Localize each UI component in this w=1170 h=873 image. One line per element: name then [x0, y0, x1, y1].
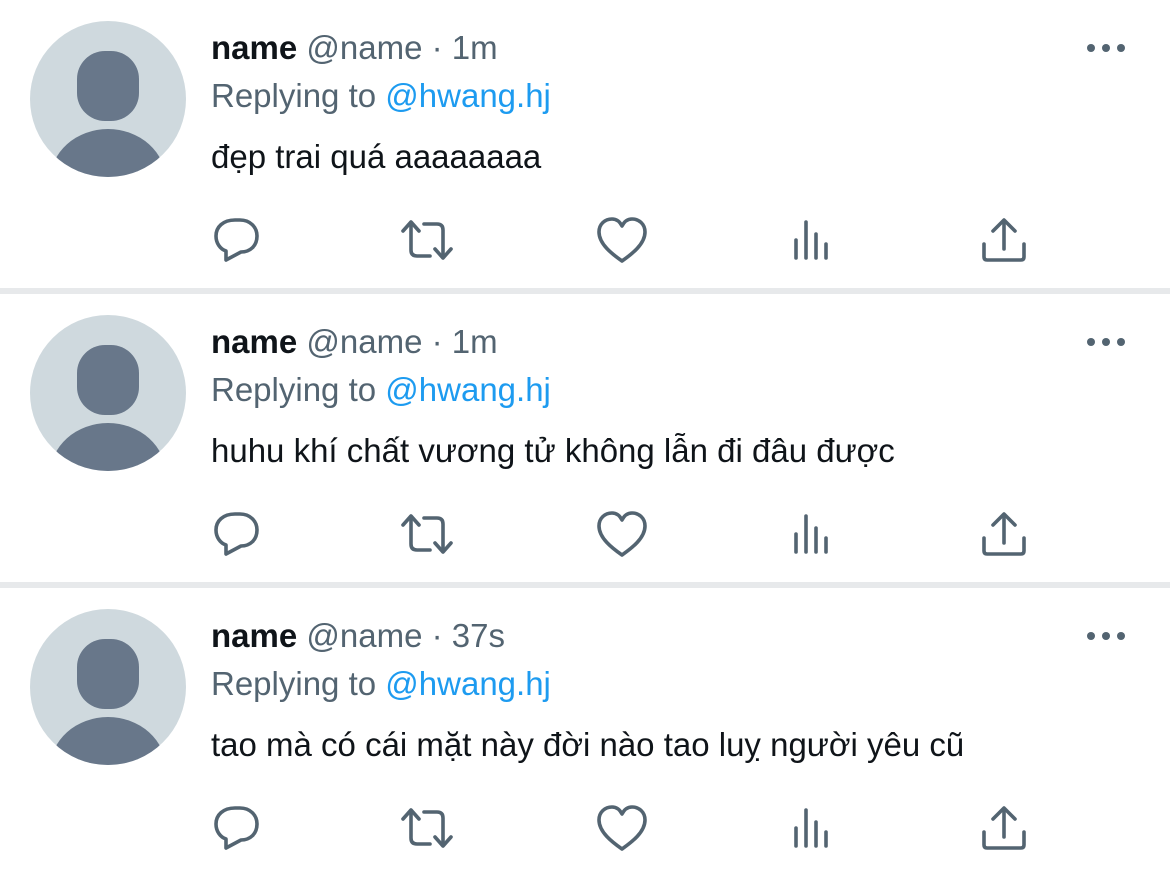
tweet-actions [210, 802, 1040, 854]
analytics-icon[interactable] [785, 214, 839, 266]
replying-to-label: Replying to [211, 77, 377, 114]
share-icon[interactable] [977, 508, 1031, 560]
separator-dot: · [431, 617, 443, 654]
reply-icon[interactable] [210, 508, 264, 560]
timestamp[interactable]: 1m [452, 323, 498, 360]
timestamp[interactable]: 37s [452, 617, 505, 654]
replying-to-label: Replying to [211, 665, 377, 702]
tweet-actions [210, 508, 1040, 560]
like-heart-icon[interactable] [595, 508, 649, 560]
replying-to-mention[interactable]: @hwang.hj [385, 665, 551, 702]
separator-dot: · [431, 323, 443, 360]
like-heart-icon[interactable] [595, 214, 649, 266]
more-horizontal-icon[interactable] [1084, 328, 1128, 356]
retweet-icon[interactable] [400, 214, 454, 266]
display-name[interactable]: name [211, 323, 297, 360]
share-icon[interactable] [977, 214, 1031, 266]
display-name[interactable]: name [211, 29, 297, 66]
separator-dot: · [431, 29, 443, 66]
analytics-icon[interactable] [785, 508, 839, 560]
more-horizontal-icon[interactable] [1084, 34, 1128, 62]
replying-to: Replying to @hwang.hj [211, 370, 551, 410]
user-handle[interactable]: @name [306, 617, 422, 654]
more-horizontal-icon[interactable] [1084, 622, 1128, 650]
display-name[interactable]: name [211, 617, 297, 654]
default-avatar-icon[interactable] [30, 21, 186, 177]
user-handle[interactable]: @name [306, 323, 422, 360]
replying-to-mention[interactable]: @hwang.hj [385, 77, 551, 114]
tweet-header: name @name · 1m [211, 322, 498, 362]
share-icon[interactable] [977, 802, 1031, 854]
replying-to: Replying to @hwang.hj [211, 664, 551, 704]
reply-tweet[interactable]: name @name · 1m Replying to @hwang.hj hu… [0, 294, 1170, 582]
tweet-header: name @name · 37s [211, 616, 505, 656]
replying-to: Replying to @hwang.hj [211, 76, 551, 116]
like-heart-icon[interactable] [595, 802, 649, 854]
tweet-header: name @name · 1m [211, 28, 498, 68]
reply-tweet[interactable]: name @name · 37s Replying to @hwang.hj t… [0, 588, 1170, 873]
default-avatar-icon[interactable] [30, 315, 186, 471]
reply-tweet[interactable]: name @name · 1m Replying to @hwang.hj đẹ… [0, 0, 1170, 288]
retweet-icon[interactable] [400, 802, 454, 854]
default-avatar-icon[interactable] [30, 609, 186, 765]
tweet-text: tao mà có cái mặt này đời nào tao luỵ ng… [211, 726, 965, 763]
reply-icon[interactable] [210, 214, 264, 266]
timestamp[interactable]: 1m [452, 29, 498, 66]
tweet-text: đẹp trai quá aaaaaaaa [211, 138, 542, 175]
reply-icon[interactable] [210, 802, 264, 854]
replying-to-mention[interactable]: @hwang.hj [385, 371, 551, 408]
reply-feed: name @name · 1m Replying to @hwang.hj đẹ… [0, 0, 1170, 873]
replying-to-label: Replying to [211, 371, 377, 408]
tweet-text: huhu khí chất vương tử không lẫn đi đâu … [211, 432, 895, 469]
analytics-icon[interactable] [785, 802, 839, 854]
retweet-icon[interactable] [400, 508, 454, 560]
tweet-actions [210, 214, 1040, 266]
user-handle[interactable]: @name [306, 29, 422, 66]
